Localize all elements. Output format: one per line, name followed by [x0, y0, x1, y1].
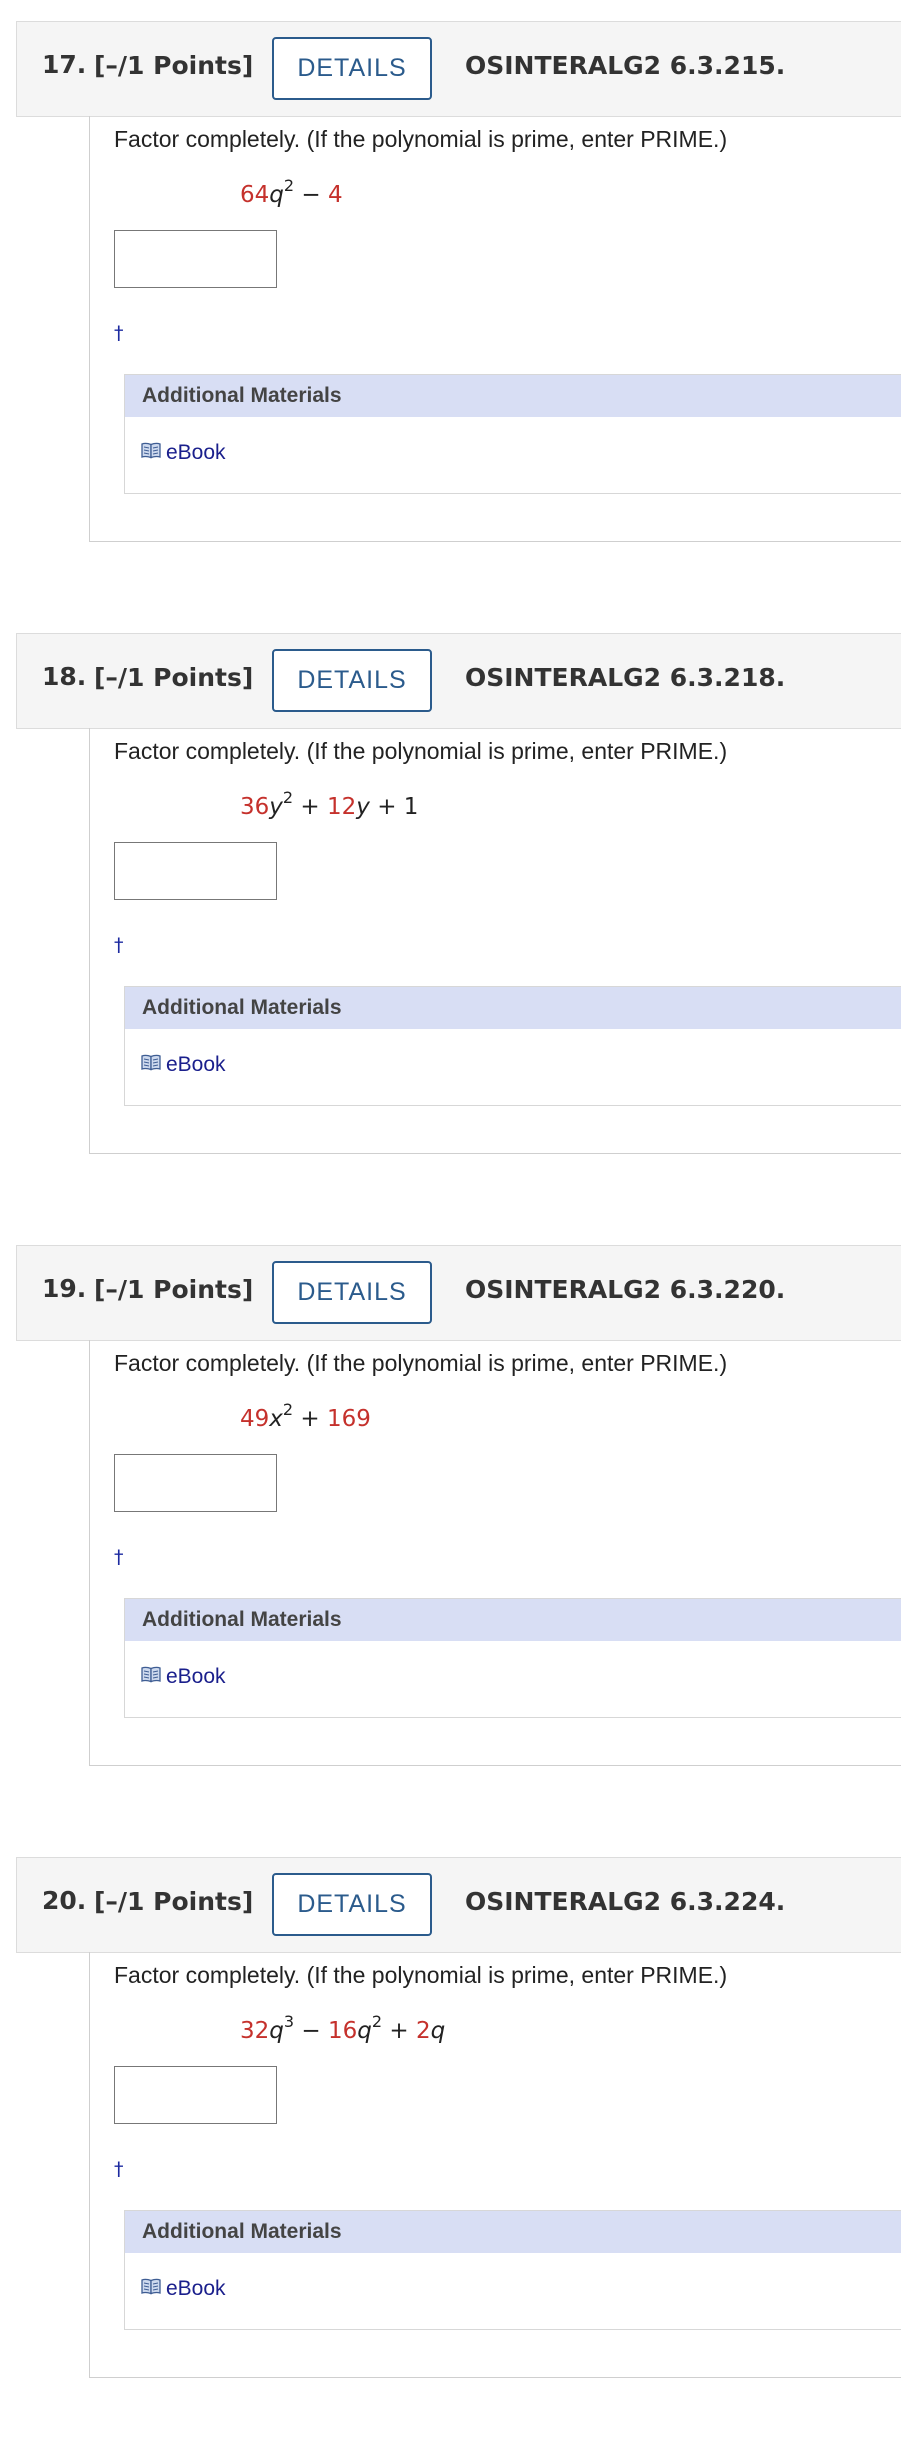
polynomial-expression: 49x2 + 169	[240, 1402, 371, 1433]
question-number: 20.	[42, 1886, 87, 1915]
open-book-icon	[141, 1665, 166, 1689]
answer-input[interactable]	[114, 1454, 277, 1512]
exponent: 2	[283, 176, 295, 195]
question-number: 19.	[42, 1274, 87, 1303]
coefficient: 32	[240, 2018, 270, 2044]
variable: y	[269, 794, 283, 820]
question-header: 18. [–/1 Points] DETAILS OSINTERALG2 6.3…	[16, 633, 901, 729]
exponent: 3	[283, 2012, 295, 2031]
question-list: 17. [–/1 Points] DETAILS OSINTERALG2 6.3…	[0, 0, 901, 2448]
answer-input[interactable]	[114, 842, 277, 900]
question-20: 20. [–/1 Points] DETAILS OSINTERALG2 6.3…	[0, 1836, 901, 2448]
coefficient: 16	[327, 2018, 358, 2044]
ebook-label: eBook	[166, 2277, 226, 2300]
coefficient: 2	[415, 2018, 431, 2044]
variable: q	[430, 2018, 446, 2044]
question-points: [–/1 Points]	[94, 1275, 254, 1304]
exponent: 2	[282, 1400, 294, 1419]
additional-materials-panel: Additional Materials eBook	[124, 374, 901, 494]
question-prompt: Factor completely. (If the polynomial is…	[114, 738, 728, 764]
question-code: OSINTERALG2 6.3.220.	[465, 1275, 786, 1304]
coefficient: 49	[240, 1406, 270, 1432]
variable: q	[269, 2018, 284, 2044]
additional-materials-header: Additional Materials	[125, 987, 901, 1029]
operator: +	[293, 794, 327, 820]
answer-input[interactable]	[114, 2066, 277, 2124]
variable: x	[269, 1406, 283, 1432]
ebook-link[interactable]: eBook	[141, 1665, 226, 1689]
ebook-link[interactable]: eBook	[141, 1053, 226, 1077]
dagger-marker: †	[114, 322, 124, 344]
exponent: 2	[282, 788, 294, 807]
details-button[interactable]: DETAILS	[272, 649, 432, 712]
polynomial-expression: 36y2 + 12y + 1	[240, 790, 419, 821]
question-body: Factor completely. (If the polynomial is…	[89, 728, 901, 1154]
ebook-label: eBook	[166, 441, 226, 464]
question-body: Factor completely. (If the polynomial is…	[89, 1952, 901, 2378]
question-prompt: Factor completely. (If the polynomial is…	[114, 1350, 728, 1376]
dagger-marker: †	[114, 934, 124, 956]
operator: −	[294, 182, 328, 208]
question-19: 19. [–/1 Points] DETAILS OSINTERALG2 6.3…	[0, 1224, 901, 1836]
question-header: 20. [–/1 Points] DETAILS OSINTERALG2 6.3…	[16, 1857, 901, 1953]
additional-materials-panel: Additional Materials eBook	[124, 1598, 901, 1718]
details-button[interactable]: DETAILS	[272, 1873, 432, 1936]
operator: −	[294, 2018, 328, 2044]
answer-input[interactable]	[114, 230, 277, 288]
coefficient: 36	[240, 794, 270, 820]
operator: +	[382, 2018, 416, 2044]
question-header: 17. [–/1 Points] DETAILS OSINTERALG2 6.3…	[16, 21, 901, 117]
dagger-marker: †	[114, 2158, 124, 2180]
operator: +	[293, 1406, 327, 1432]
question-17: 17. [–/1 Points] DETAILS OSINTERALG2 6.3…	[0, 0, 901, 612]
question-code: OSINTERALG2 6.3.215.	[465, 51, 786, 80]
dagger-marker: †	[114, 1546, 124, 1568]
ebook-link[interactable]: eBook	[141, 2277, 226, 2301]
additional-materials-panel: Additional Materials eBook	[124, 2210, 901, 2330]
question-points: [–/1 Points]	[94, 663, 254, 692]
polynomial-expression: 64q2 − 4	[240, 178, 343, 209]
ebook-label: eBook	[166, 1053, 226, 1076]
additional-materials-header: Additional Materials	[125, 1599, 901, 1641]
additional-materials-header: Additional Materials	[125, 2211, 901, 2253]
additional-materials-header: Additional Materials	[125, 375, 901, 417]
question-points: [–/1 Points]	[94, 1887, 254, 1916]
details-button[interactable]: DETAILS	[272, 37, 432, 100]
coefficient: 64	[240, 182, 270, 208]
question-body: Factor completely. (If the polynomial is…	[89, 116, 901, 542]
variable: q	[269, 182, 284, 208]
question-prompt: Factor completely. (If the polynomial is…	[114, 1962, 728, 1988]
question-number: 17.	[42, 50, 87, 79]
variable: y	[356, 794, 370, 820]
coefficient: 169	[327, 1406, 371, 1432]
question-header: 19. [–/1 Points] DETAILS OSINTERALG2 6.3…	[16, 1245, 901, 1341]
ebook-label: eBook	[166, 1665, 226, 1688]
question-points: [–/1 Points]	[94, 51, 254, 80]
question-code: OSINTERALG2 6.3.218.	[465, 663, 786, 692]
question-body: Factor completely. (If the polynomial is…	[89, 1340, 901, 1766]
polynomial-expression: 32q3 − 16q2 + 2q	[240, 2014, 446, 2045]
variable: q	[357, 2018, 372, 2044]
exponent: 2	[371, 2012, 383, 2031]
coefficient: 12	[327, 794, 357, 820]
question-number: 18.	[42, 662, 87, 691]
ebook-link[interactable]: eBook	[141, 441, 226, 465]
question-prompt: Factor completely. (If the polynomial is…	[114, 126, 728, 152]
question-18: 18. [–/1 Points] DETAILS OSINTERALG2 6.3…	[0, 612, 901, 1224]
open-book-icon	[141, 441, 166, 465]
operator: + 1	[369, 794, 419, 820]
open-book-icon	[141, 1053, 166, 1077]
open-book-icon	[141, 2277, 166, 2301]
details-button[interactable]: DETAILS	[272, 1261, 432, 1324]
question-code: OSINTERALG2 6.3.224.	[465, 1887, 786, 1916]
coefficient: 4	[327, 182, 343, 208]
additional-materials-panel: Additional Materials eBook	[124, 986, 901, 1106]
